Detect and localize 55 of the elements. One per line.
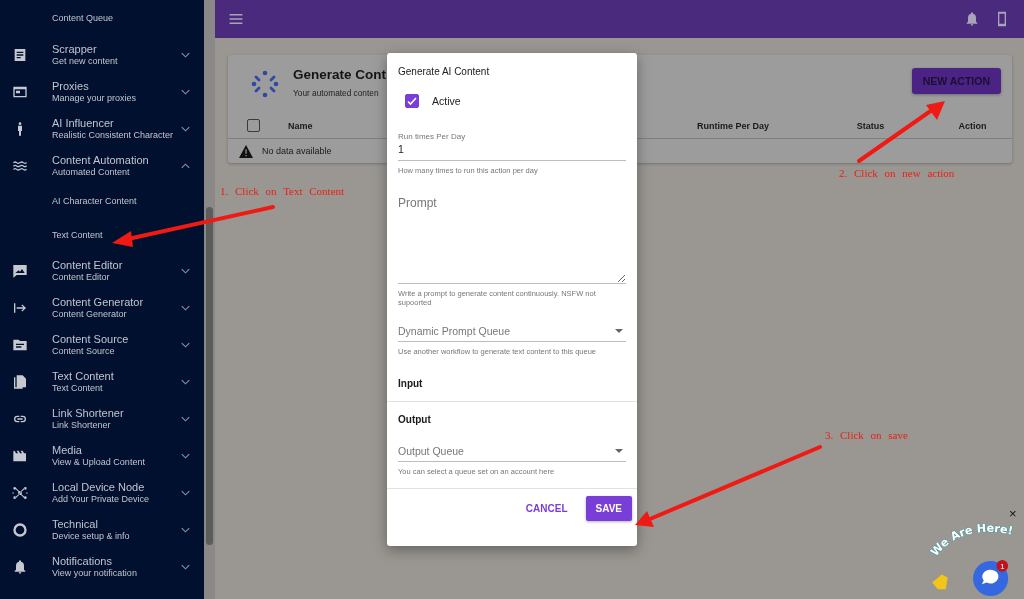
menu-icon[interactable]	[229, 14, 243, 24]
save-button[interactable]: SAVE	[585, 496, 632, 521]
nodes-icon	[12, 484, 28, 501]
sidebar-item[interactable]: AI Influencer Realistic Consistent Character	[0, 110, 204, 147]
ring-icon	[12, 521, 28, 538]
column-header[interactable]: Action	[933, 120, 1012, 131]
page-subtitle: Your automated conten	[293, 88, 380, 98]
chat-button[interactable]	[973, 560, 1009, 597]
close-button[interactable]: ×	[1009, 506, 1017, 521]
sidebar-item[interactable]: Content Automation Automated Content	[0, 147, 204, 184]
dots-logo-icon	[250, 69, 280, 99]
sidebar-item[interactable]: Text Content Text Content	[0, 363, 204, 400]
sidebar-subitem[interactable]: Content Queue	[0, 0, 204, 36]
image-icon	[12, 262, 28, 279]
page-title: Generate Cont	[293, 67, 387, 82]
select-all-checkbox[interactable]	[246, 119, 260, 132]
dynamic-queue-dropdown[interactable]: Dynamic Prompt Queue	[398, 321, 626, 342]
sidebar-item[interactable]: Proxies Manage your proxies	[0, 73, 204, 110]
caret-icon	[615, 449, 623, 453]
dialog-title: Generate AI Content	[397, 66, 491, 77]
doc-icon	[12, 46, 28, 63]
section-heading: Output	[397, 413, 432, 425]
active-checkbox[interactable]	[405, 94, 419, 108]
sidebar-item[interactable]: Link Shortener Link Shortener	[0, 400, 204, 437]
bell-icon[interactable]	[964, 11, 980, 27]
caret-icon	[615, 329, 623, 333]
empty-message: No data available	[262, 146, 332, 156]
sidebar-subitem[interactable]: Text Content	[0, 218, 204, 252]
section-heading: Input	[397, 377, 424, 389]
sidebar-item[interactable]: Content Source Content Source	[0, 326, 204, 363]
scrollbar[interactable]	[204, 0, 215, 599]
sidebar-item[interactable]: Scrapper Get new content	[0, 36, 204, 73]
sidebar-item[interactable]: Content Generator Content Generator	[0, 289, 204, 326]
output-queue-dropdown[interactable]: Output Queue	[398, 441, 626, 462]
column-header[interactable]: Runtime Per Day	[658, 120, 808, 131]
sidebar-item[interactable]: Technical Device setup & info	[0, 511, 204, 548]
sidebar-subitem[interactable]: AI Character Content	[0, 184, 204, 218]
warning-icon	[239, 144, 253, 158]
field-label: Run times Per Day	[398, 132, 467, 141]
column-header[interactable]: Status	[808, 120, 933, 131]
annotation-text: 2. Click on new action	[839, 167, 955, 179]
cancel-button[interactable]: CANCEL	[515, 496, 578, 521]
notification-badge: 1	[996, 560, 1009, 572]
checkbox-label: Active	[432, 95, 461, 107]
annotation-text: 3. Click on save	[825, 429, 908, 441]
greeting-text: We Are Here!	[928, 521, 1015, 559]
sidebar-item[interactable]: Media View & Upload Content	[0, 437, 204, 474]
sidebar-item[interactable]: Content Editor Content Editor	[0, 252, 204, 289]
files-icon	[12, 373, 28, 390]
run-times-field[interactable]: 1	[398, 141, 626, 161]
sidebar-item[interactable]: Notifications View your notification	[0, 548, 204, 585]
prompt-field[interactable]: Prompt	[398, 196, 626, 284]
sidebar-item[interactable]: Local Device Node Add Your Private Device	[0, 474, 204, 511]
annotation-text: 1. Click on Text Content	[220, 185, 345, 197]
bell-icon	[12, 558, 28, 575]
